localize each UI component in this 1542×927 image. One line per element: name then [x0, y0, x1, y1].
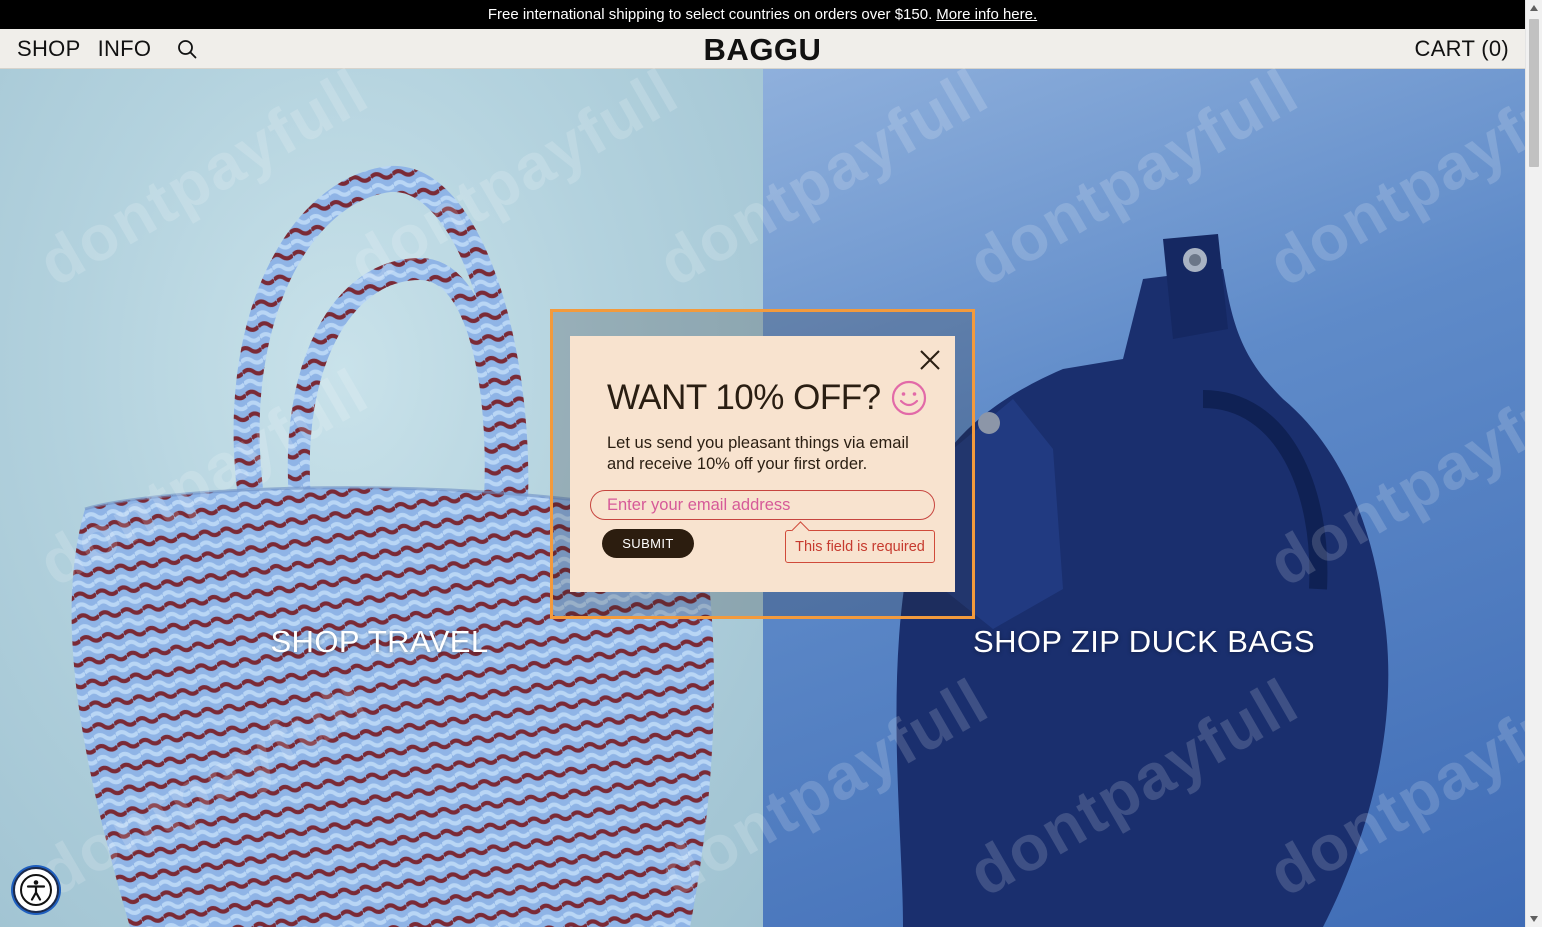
announcement-more-info-link[interactable]: More info here.: [936, 6, 1037, 23]
popup-title-text: WANT 10% OFF?: [607, 378, 881, 417]
email-error-tooltip: This field is required: [785, 530, 935, 563]
smiley-icon: [891, 380, 926, 416]
discount-popup: WANT 10% OFF? Let us send you pleasant t…: [570, 336, 955, 592]
main-nav: SHOP INFO: [17, 29, 199, 69]
email-field[interactable]: [590, 490, 935, 520]
scroll-down-icon[interactable]: [1530, 916, 1538, 922]
accessibility-icon[interactable]: [13, 867, 59, 913]
shop-zip-duck-bags-link[interactable]: SHOP ZIP DUCK BAGS: [763, 624, 1525, 660]
site-header: SHOP INFO BAGGU CART (0): [0, 29, 1525, 69]
logo-link[interactable]: BAGGU: [704, 32, 822, 67]
submit-button[interactable]: SUBMIT: [602, 529, 694, 558]
page-scrollbar[interactable]: [1525, 0, 1542, 927]
site-logo: BAGGU: [0, 32, 1525, 68]
popup-description: Let us send you pleasant things via emai…: [607, 434, 909, 473]
shop-travel-link[interactable]: SHOP TRAVEL: [0, 624, 761, 660]
popup-title: WANT 10% OFF?: [607, 378, 927, 418]
announcement-text: Free international shipping to select co…: [487, 6, 933, 23]
close-icon[interactable]: [918, 348, 942, 372]
nav-info[interactable]: INFO: [98, 36, 152, 62]
announcement-bar: Free international shipping to select co…: [0, 0, 1525, 29]
cart-link[interactable]: CART (0): [1415, 29, 1510, 69]
scroll-up-icon[interactable]: [1530, 5, 1538, 11]
nav-shop[interactable]: SHOP: [17, 36, 81, 62]
scroll-thumb[interactable]: [1529, 19, 1539, 167]
search-icon[interactable]: [177, 38, 199, 60]
